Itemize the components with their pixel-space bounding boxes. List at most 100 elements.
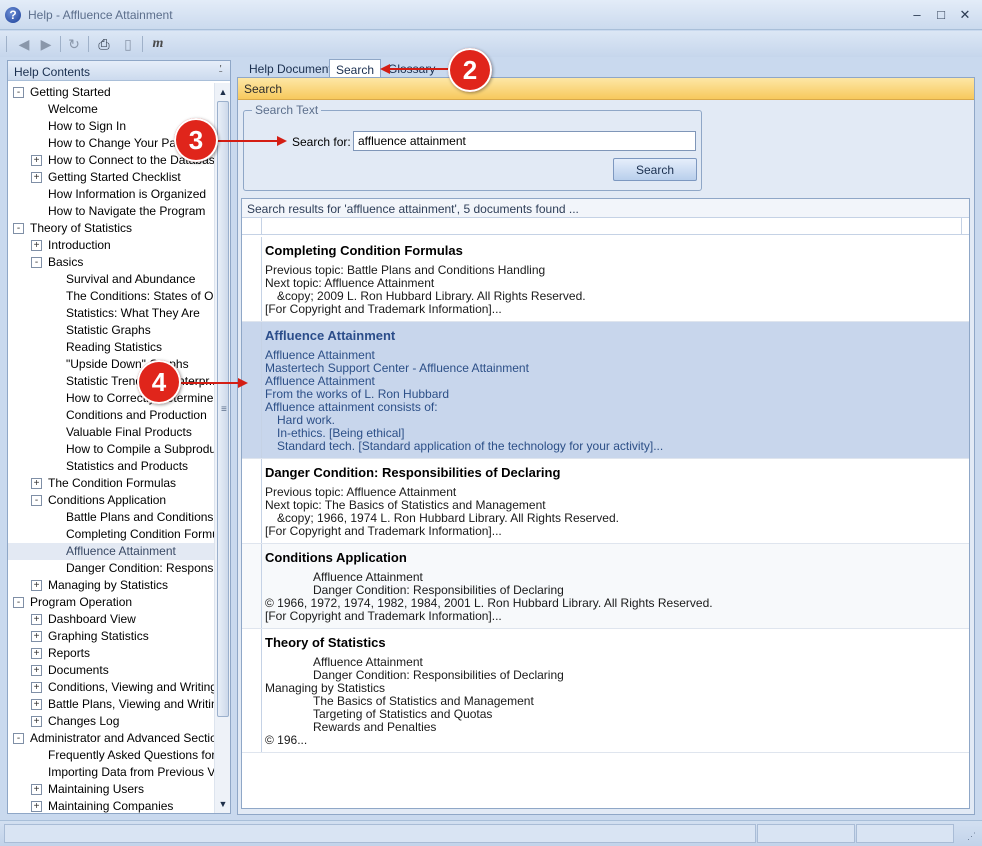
tree-item[interactable]: The Conditions: States of O... (8, 288, 214, 305)
tree-item[interactable]: How Information is Organized (8, 186, 214, 203)
tree-item[interactable]: Valuable Final Products (8, 424, 214, 441)
print-icon[interactable]: ⎙ (94, 34, 114, 54)
scroll-thumb[interactable]: ≡ (217, 101, 229, 717)
tree-item-label: How to Sign In (48, 119, 127, 133)
tree-item[interactable]: + Dashboard View (8, 611, 214, 628)
result-title[interactable]: Danger Condition: Responsibilities of De… (265, 465, 560, 480)
tree-item[interactable]: + Maintaining Companies (8, 798, 214, 813)
page-icon[interactable]: ▯ (118, 34, 138, 54)
tree-item[interactable]: How to Correctly Determine ... (8, 390, 214, 407)
pin-icon[interactable]: ⍘ (217, 63, 224, 76)
tree-item[interactable]: + The Condition Formulas (8, 475, 214, 492)
collapse-icon[interactable]: - (13, 223, 24, 234)
search-result-item[interactable]: Affluence Attainment Affluence Attainment… (242, 322, 969, 459)
collapse-icon[interactable]: - (31, 495, 42, 506)
expand-icon[interactable]: + (31, 172, 42, 183)
expand-icon[interactable]: + (31, 699, 42, 710)
expand-icon[interactable]: + (31, 665, 42, 676)
search-text-legend: Search Text (252, 103, 322, 117)
tree-item[interactable]: Affluence Attainment (8, 543, 214, 560)
tree-item-label: Basics (48, 255, 84, 269)
tree-item[interactable]: - Getting Started (8, 84, 214, 101)
tree-item[interactable]: + Changes Log (8, 713, 214, 730)
expand-icon[interactable]: + (31, 716, 42, 727)
resize-grip-icon[interactable]: ⋰ (967, 831, 976, 842)
callout-2-arrowhead (380, 64, 390, 74)
collapse-icon[interactable]: - (31, 257, 42, 268)
tree-item[interactable]: + Conditions, Viewing and Writing (8, 679, 214, 696)
callout-3-arrowhead (277, 136, 287, 146)
tree-item[interactable]: Conditions and Production (8, 407, 214, 424)
expand-icon[interactable]: + (31, 614, 42, 625)
tree-item-label: Conditions, Viewing and Writing (48, 680, 214, 694)
result-title[interactable]: Completing Condition Formulas (265, 243, 463, 258)
search-input[interactable] (353, 131, 696, 151)
result-title[interactable]: Affluence Attainment (265, 328, 395, 343)
expand-icon[interactable]: + (31, 580, 42, 591)
tree-item[interactable]: - Theory of Statistics (8, 220, 214, 237)
collapse-icon[interactable]: - (13, 87, 24, 98)
expand-icon[interactable]: + (31, 240, 42, 251)
tree-item[interactable]: How to Compile a Subprodu... (8, 441, 214, 458)
search-button[interactable]: Search (613, 158, 697, 181)
collapse-icon[interactable]: - (13, 733, 24, 744)
tree-item[interactable]: + Maintaining Users (8, 781, 214, 798)
tree-item[interactable]: How to Navigate the Program (8, 203, 214, 220)
tree-item[interactable]: Reading Statistics (8, 339, 214, 356)
minimize-button[interactable]: – (908, 6, 926, 24)
tree-item-label: How to Compile a Subprodu... (66, 442, 214, 456)
scroll-down-arrow-icon[interactable]: ▼ (217, 797, 229, 811)
tree-item[interactable]: - Administrator and Advanced Section (8, 730, 214, 747)
tree-item[interactable]: Survival and Abundance (8, 271, 214, 288)
tree-item[interactable]: + Managing by Statistics (8, 577, 214, 594)
scroll-up-arrow-icon[interactable]: ▲ (217, 85, 229, 99)
tree-item[interactable]: - Program Operation (8, 594, 214, 611)
tree-item[interactable]: - Conditions Application (8, 492, 214, 509)
tree-item[interactable]: Danger Condition: Responsi... (8, 560, 214, 577)
close-button[interactable]: ✕ (956, 6, 974, 24)
tree-item[interactable]: + Battle Plans, Viewing and Writing (8, 696, 214, 713)
tree-item[interactable]: Importing Data from Previous V... (8, 764, 214, 781)
search-result-item[interactable]: Theory of Statistics Affluence Attainment… (242, 629, 969, 753)
tree-item[interactable]: Welcome (8, 101, 214, 118)
tree-item[interactable]: + Graphing Statistics (8, 628, 214, 645)
tab-help-document[interactable]: Help Document (243, 59, 338, 78)
tab-strip: Help Document Search Glossary (238, 58, 978, 78)
tree-item[interactable]: Frequently Asked Questions for ... (8, 747, 214, 764)
tree-item-label: Affluence Attainment (66, 544, 176, 558)
result-title[interactable]: Theory of Statistics (265, 635, 386, 650)
tree-item[interactable]: Statistic Graphs (8, 322, 214, 339)
maximize-button[interactable]: □ (932, 6, 950, 24)
expand-icon[interactable]: + (31, 631, 42, 642)
tree-item[interactable]: Battle Plans and Conditions ... (8, 509, 214, 526)
tree-scrollbar[interactable]: ▲ ≡ ▼ (214, 83, 230, 813)
result-title[interactable]: Conditions Application (265, 550, 407, 565)
expand-icon[interactable]: + (31, 478, 42, 489)
expand-icon[interactable]: + (31, 155, 42, 166)
tree-item[interactable]: + Introduction (8, 237, 214, 254)
search-results-list: Search results for 'affluence attainment… (241, 198, 970, 809)
forward-arrow-icon[interactable]: ▶ (36, 34, 56, 54)
tab-search[interactable]: Search (329, 59, 382, 78)
collapse-icon[interactable]: - (13, 597, 24, 608)
expand-icon[interactable]: + (31, 784, 42, 795)
tree-item[interactable]: + Documents (8, 662, 214, 679)
search-result-item[interactable]: Conditions Application Affluence Attainme… (242, 544, 969, 629)
expand-icon[interactable]: + (31, 648, 42, 659)
expand-icon[interactable]: + (31, 682, 42, 693)
search-result-item[interactable]: Danger Condition: Responsibilities of De… (242, 459, 969, 544)
callout-3-arrow (212, 140, 278, 142)
tree-item[interactable]: - Basics (8, 254, 214, 271)
tree-item[interactable]: Completing Condition Formu... (8, 526, 214, 543)
tree-item-label: The Conditions: States of O... (66, 289, 214, 303)
tree-item[interactable]: + Getting Started Checklist (8, 169, 214, 186)
tree-item[interactable]: Statistics: What They Are (8, 305, 214, 322)
tree-item[interactable]: + Reports (8, 645, 214, 662)
expand-icon[interactable]: + (31, 801, 42, 812)
tree-item[interactable]: Statistics and Products (8, 458, 214, 475)
back-arrow-icon[interactable]: ◀ (14, 34, 34, 54)
refresh-icon[interactable]: ↻ (64, 34, 84, 54)
tree-item[interactable]: "Upside Down" Graphs (8, 356, 214, 373)
m-logo-icon[interactable]: m (148, 34, 168, 54)
search-result-item[interactable]: Completing Condition Formulas Previous to… (242, 237, 969, 322)
